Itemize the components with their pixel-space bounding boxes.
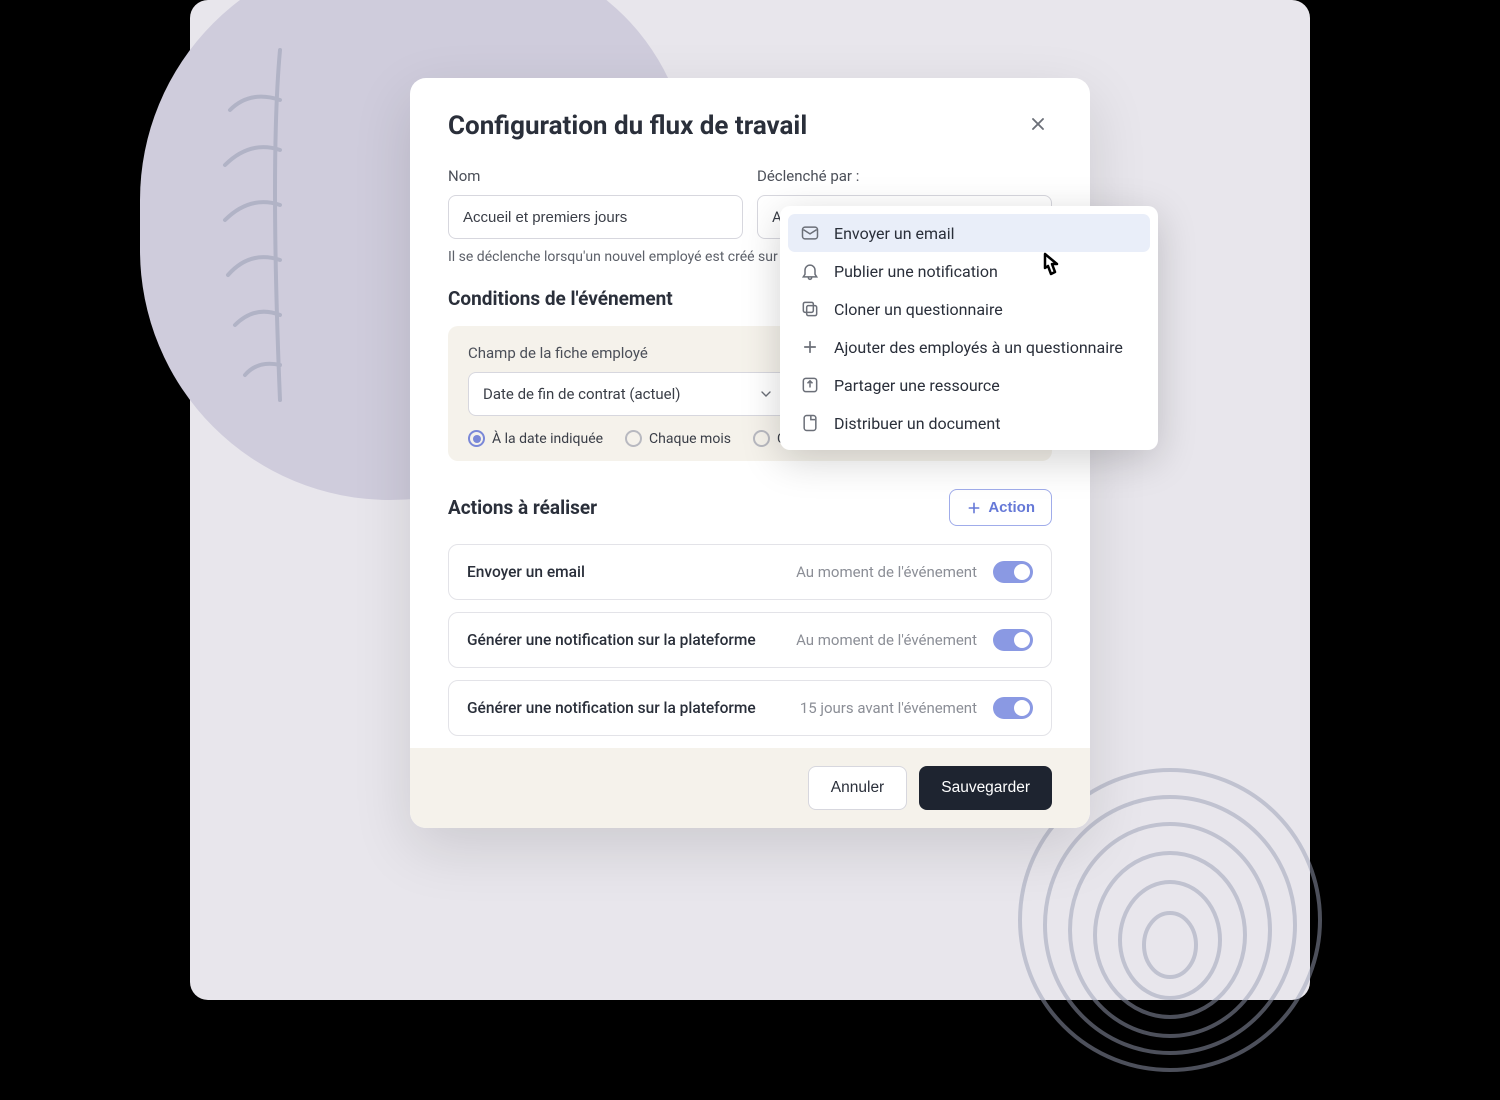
plus-icon <box>800 337 820 357</box>
action-row: Envoyer un email Au moment de l'événemen… <box>448 544 1052 600</box>
bell-icon <box>800 261 820 281</box>
actions-title: Actions à réaliser <box>448 496 597 519</box>
close-icon <box>1028 114 1048 134</box>
radio-icon <box>625 430 642 447</box>
chevron-down-icon <box>758 386 774 402</box>
trigger-label: Déclenché par : <box>757 167 1052 185</box>
add-action-button[interactable]: Action <box>949 489 1052 526</box>
radio-icon <box>753 430 770 447</box>
action-timing: Au moment de l'événement <box>796 631 977 649</box>
background: Configuration du flux de travail Nom Déc… <box>190 0 1310 1000</box>
dropdown-item-clone[interactable]: Cloner un questionnaire <box>788 290 1150 328</box>
action-dropdown: Envoyer un email Publier une notificatio… <box>780 206 1158 450</box>
radio-checked-icon <box>468 430 485 447</box>
modal-footer: Annuler Sauvegarder <box>410 748 1090 828</box>
action-toggle[interactable] <box>993 561 1033 583</box>
dropdown-item-notification[interactable]: Publier une notification <box>788 252 1150 290</box>
share-icon <box>800 375 820 395</box>
action-row: Générer une notification sur la platefor… <box>448 680 1052 736</box>
action-label: Générer une notification sur la platefor… <box>467 699 756 717</box>
plus-icon <box>966 500 982 516</box>
save-button[interactable]: Sauvegarder <box>919 766 1052 810</box>
radio-at-date[interactable]: À la date indiquée <box>468 430 603 447</box>
mail-icon <box>800 223 820 243</box>
decor-leaf <box>210 40 350 410</box>
workflow-config-modal: Configuration du flux de travail Nom Déc… <box>410 78 1090 828</box>
action-timing: Au moment de l'événement <box>796 563 977 581</box>
radio-each-month[interactable]: Chaque mois <box>625 430 731 447</box>
modal-title: Configuration du flux de travail <box>448 111 807 141</box>
action-label: Générer une notification sur la platefor… <box>467 631 756 649</box>
dropdown-item-share[interactable]: Partager une ressource <box>788 366 1150 404</box>
cancel-button[interactable]: Annuler <box>808 766 907 810</box>
action-label: Envoyer un email <box>467 563 585 581</box>
copy-icon <box>800 299 820 319</box>
action-toggle[interactable] <box>993 629 1033 651</box>
close-button[interactable] <box>1024 110 1052 141</box>
document-icon <box>800 413 820 433</box>
dropdown-item-add-employees[interactable]: Ajouter des employés à un questionnaire <box>788 328 1150 366</box>
dropdown-item-email[interactable]: Envoyer un email <box>788 214 1150 252</box>
name-label: Nom <box>448 167 743 185</box>
employee-field-select[interactable]: Date de fin de contrat (actuel) <box>468 372 789 416</box>
dropdown-item-distribute[interactable]: Distribuer un document <box>788 404 1150 442</box>
action-row: Générer une notification sur la platefor… <box>448 612 1052 668</box>
action-toggle[interactable] <box>993 697 1033 719</box>
name-input[interactable] <box>448 195 743 239</box>
action-timing: 15 jours avant l'événement <box>800 699 977 717</box>
field-label: Champ de la fiche employé <box>468 344 789 362</box>
